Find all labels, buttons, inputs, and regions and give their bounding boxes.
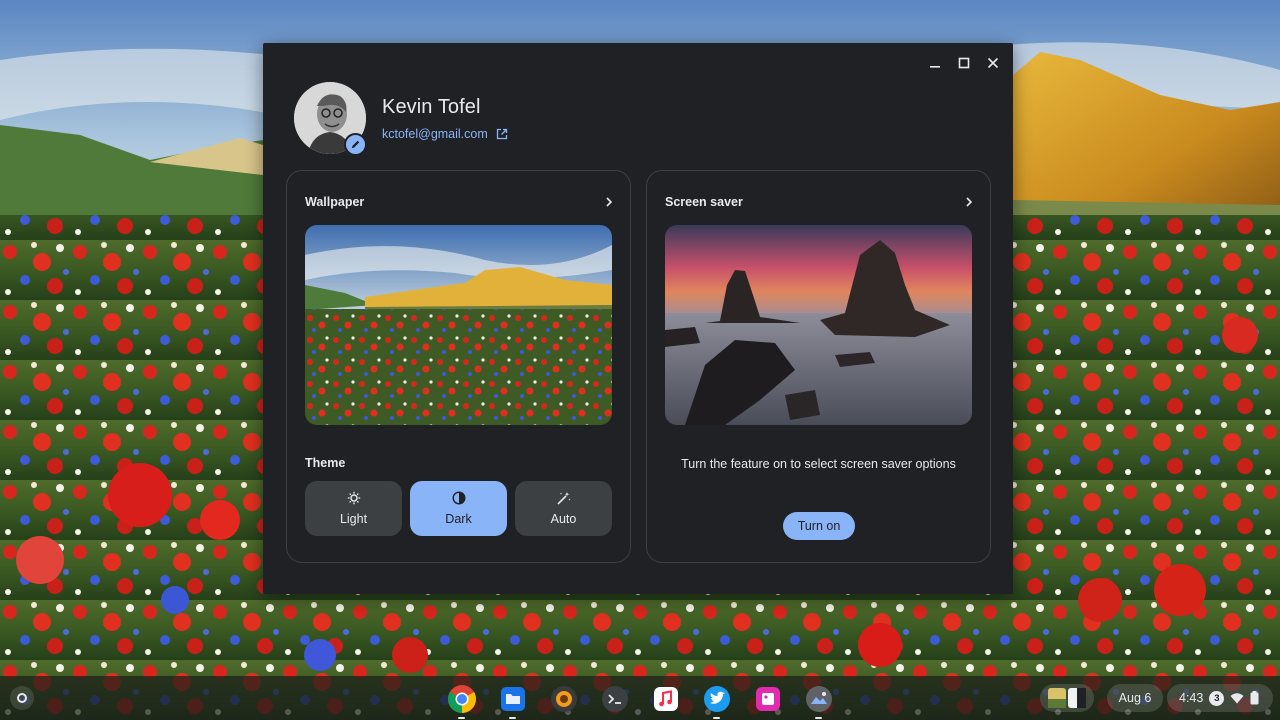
photo-app[interactable] xyxy=(752,683,783,714)
pencil-icon xyxy=(351,140,360,149)
close-icon xyxy=(987,57,998,69)
screensaver-card: Screen saver Turn the feature on to sele… xyxy=(646,170,991,563)
profile-header: Kevin Tofel kctofel@gmail.com xyxy=(294,82,508,156)
screensaver-title: Screen saver xyxy=(665,195,743,209)
status-area[interactable]: 4:43 3 xyxy=(1167,684,1273,712)
theme-auto-button[interactable]: Auto xyxy=(515,481,612,536)
wallpaper-preview[interactable] xyxy=(305,225,612,425)
twitter-app[interactable] xyxy=(701,683,732,719)
music-app[interactable] xyxy=(650,683,681,714)
wallpaper-title: Wallpaper xyxy=(305,195,365,209)
photo-icon xyxy=(755,686,780,711)
edit-avatar-button[interactable] xyxy=(344,133,367,156)
screensaver-header[interactable]: Screen saver xyxy=(665,195,974,209)
screensaver-message: Turn the feature on to select screen sav… xyxy=(681,457,956,471)
launcher-button[interactable] xyxy=(10,686,34,710)
theme-label: Theme xyxy=(305,456,346,470)
theme-auto-label: Auto xyxy=(550,512,577,526)
profile-email-link[interactable]: kctofel@gmail.com xyxy=(382,127,488,141)
clock: 4:43 xyxy=(1179,691,1204,705)
brightness-icon xyxy=(347,491,360,505)
maximize-button[interactable] xyxy=(949,49,978,77)
maximize-icon xyxy=(958,57,969,69)
music-icon xyxy=(653,686,678,711)
wifi-icon xyxy=(1230,693,1244,704)
running-indicator xyxy=(509,717,516,719)
theme-light-button[interactable]: Light xyxy=(305,481,402,536)
theme-dark-button[interactable]: Dark xyxy=(410,481,507,536)
contrast-icon xyxy=(451,491,466,505)
personalization-window: Kevin Tofel kctofel@gmail.com Wallpaper xyxy=(263,43,1013,594)
wallpaper-card: Wallpaper Theme Light Dark Auto xyxy=(286,170,631,563)
twitter-icon xyxy=(703,685,730,712)
launcher-icon xyxy=(17,693,27,703)
wallpaper-header[interactable]: Wallpaper xyxy=(305,195,614,209)
thumbnail-icon xyxy=(1048,688,1066,708)
sunflower-app[interactable] xyxy=(548,683,579,714)
avatar[interactable] xyxy=(294,82,367,156)
chevron-right-icon[interactable] xyxy=(604,197,614,207)
terminal-app[interactable] xyxy=(599,683,630,714)
magic-wand-icon xyxy=(556,492,571,505)
minimize-icon xyxy=(929,66,940,68)
sunflower-icon xyxy=(550,685,577,712)
camera-icon xyxy=(805,685,832,712)
pinned-apps xyxy=(446,683,834,719)
minimize-button[interactable] xyxy=(920,49,949,77)
open-in-new-icon[interactable] xyxy=(496,128,508,140)
terminal-icon xyxy=(601,685,628,712)
close-button[interactable] xyxy=(978,49,1007,77)
files-icon xyxy=(500,686,525,711)
screensaver-preview[interactable] xyxy=(665,225,972,425)
thumbnail-icon xyxy=(1068,688,1086,708)
holding-space-tray[interactable] xyxy=(1040,684,1094,712)
profile-name: Kevin Tofel xyxy=(382,95,481,118)
chrome-icon xyxy=(447,684,476,713)
chevron-right-icon[interactable] xyxy=(964,197,974,207)
running-indicator xyxy=(713,717,720,719)
theme-options: Light Dark Auto xyxy=(305,481,612,536)
camera-app[interactable] xyxy=(803,683,834,719)
notification-badge: 3 xyxy=(1209,690,1225,706)
profile-email-row[interactable]: kctofel@gmail.com xyxy=(382,127,508,141)
turn-on-button[interactable]: Turn on xyxy=(783,512,855,540)
chrome-app[interactable] xyxy=(446,683,477,719)
running-indicator xyxy=(815,717,822,719)
date-tray[interactable]: Aug 6 xyxy=(1107,684,1163,712)
files-app[interactable] xyxy=(497,683,528,719)
running-indicator xyxy=(458,717,465,719)
window-controls xyxy=(920,49,1007,77)
theme-light-label: Light xyxy=(339,512,368,526)
profile-text: Kevin Tofel kctofel@gmail.com xyxy=(382,96,508,141)
battery-icon xyxy=(1250,691,1259,705)
theme-dark-label: Dark xyxy=(445,512,472,526)
